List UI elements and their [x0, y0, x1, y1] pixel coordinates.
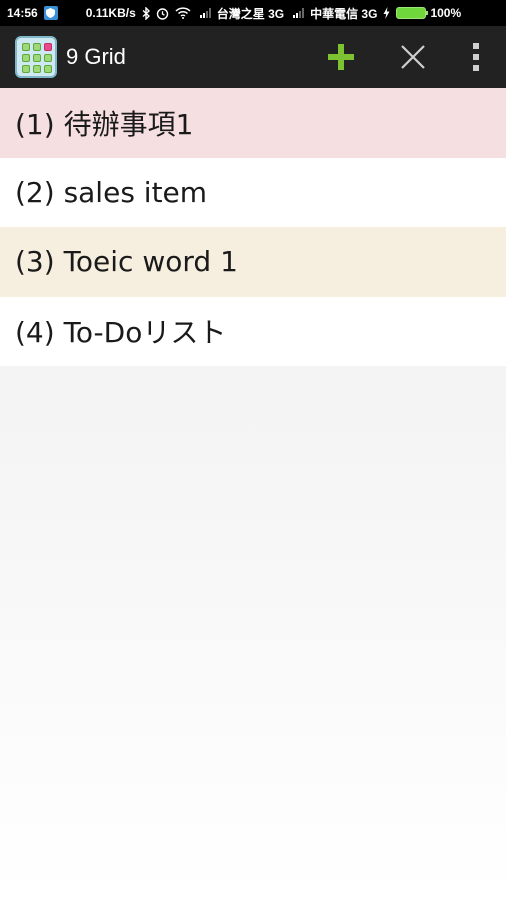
signal-icon-2 — [290, 8, 305, 18]
signal-icon-1 — [197, 8, 211, 18]
charging-icon — [383, 7, 390, 19]
status-carrier-2: 中華電信 3G — [310, 6, 378, 21]
action-bar: 9 Grid — [0, 26, 506, 88]
plus-icon — [328, 44, 354, 70]
list-item[interactable]: (3) Toeic word 1 — [0, 227, 506, 297]
battery-icon — [396, 7, 429, 19]
grid-list: (1) 待辦事項1 (2) sales item (3) Toeic word … — [0, 88, 506, 366]
alarm-icon — [156, 7, 169, 20]
list-item-label: (4) To-Doリスト — [15, 316, 227, 350]
list-item-label: (2) sales item — [15, 175, 208, 209]
overflow-menu-button[interactable] — [456, 26, 496, 88]
list-item-label: (1) 待辦事項1 — [15, 107, 194, 141]
shield-icon — [43, 6, 58, 20]
status-carrier-1: 台灣之星 3G — [216, 6, 285, 21]
status-bar: 14:56 0.11KB/s 台灣之星 3G 中華電信 3G 100% — [0, 0, 506, 26]
app-icon[interactable] — [15, 36, 57, 78]
more-vert-icon — [473, 43, 479, 71]
add-button[interactable] — [312, 26, 370, 88]
list-item[interactable]: (1) 待辦事項1 — [0, 88, 506, 158]
status-battery: 100% — [430, 6, 462, 20]
wifi-icon — [175, 7, 191, 19]
list-item-label: (3) Toeic word 1 — [15, 245, 238, 279]
bluetooth-icon — [142, 6, 150, 20]
close-button[interactable] — [384, 26, 442, 88]
list-item[interactable]: (2) sales item — [0, 157, 506, 227]
app-title: 9 Grid — [66, 44, 126, 69]
list-item[interactable]: (4) To-Doリスト — [0, 296, 506, 366]
status-time: 14:56 — [7, 6, 38, 20]
close-icon — [401, 45, 425, 69]
status-net-speed: 0.11KB/s — [85, 6, 136, 20]
